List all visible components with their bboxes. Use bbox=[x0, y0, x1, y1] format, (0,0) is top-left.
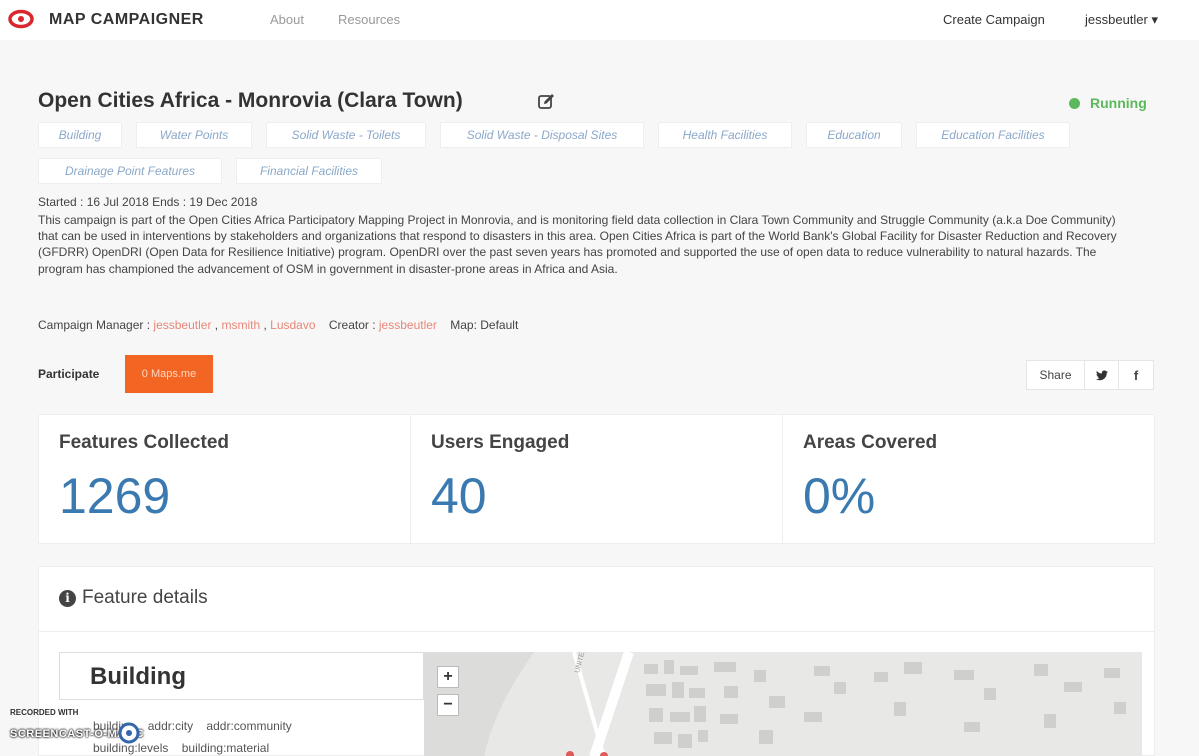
stat-areas-covered: Areas Covered 0% bbox=[783, 415, 1154, 543]
status-dot-icon bbox=[1069, 97, 1080, 109]
feature-details-title: Feature details bbox=[82, 587, 208, 608]
tag-drainage-point-features[interactable]: Drainage Point Features bbox=[38, 158, 222, 184]
stat-label: Features Collected bbox=[59, 432, 229, 453]
nav-resources-link[interactable]: Resources bbox=[338, 12, 400, 27]
creator-link[interactable]: jessbeutler bbox=[379, 318, 437, 332]
tag-solid-waste-toilets[interactable]: Solid Waste - Toilets bbox=[266, 122, 426, 148]
map-zoom-in-button[interactable]: + bbox=[437, 666, 459, 688]
campaign-meta: Campaign Manager : jessbeutler , msmith … bbox=[38, 318, 519, 332]
creator-label: Creator : bbox=[328, 318, 379, 332]
screencast-watermark: RECORDED WITH SCREENCAST-O-MATIC bbox=[10, 706, 200, 751]
manager-link[interactable]: Lusdavo bbox=[270, 318, 315, 332]
tag-education[interactable]: Education bbox=[806, 122, 902, 148]
stat-value: 40 bbox=[431, 468, 487, 524]
stat-label: Areas Covered bbox=[803, 432, 938, 453]
attribute-chip[interactable]: addr:community bbox=[206, 719, 291, 733]
stat-value: 0% bbox=[803, 468, 876, 524]
map-campaigner-logo-icon[interactable] bbox=[8, 9, 34, 29]
status-text: Running bbox=[1090, 95, 1147, 111]
feature-type-select[interactable]: Building bbox=[59, 652, 424, 700]
nav-about-link[interactable]: About bbox=[270, 12, 304, 27]
feature-details-header: i Feature details bbox=[59, 587, 208, 609]
user-menu-dropdown[interactable]: jessbeutler ▾ bbox=[1085, 12, 1158, 28]
tag-health-facilities[interactable]: Health Facilities bbox=[658, 122, 792, 148]
participate-label: Participate bbox=[38, 367, 100, 381]
campaign-status-badge: Running bbox=[1069, 95, 1147, 111]
facebook-share-button[interactable]: f bbox=[1119, 361, 1153, 389]
stat-label: Users Engaged bbox=[431, 432, 570, 453]
stat-users-engaged: Users Engaged 40 bbox=[411, 415, 783, 543]
stat-value: 1269 bbox=[59, 468, 171, 524]
tag-water-points[interactable]: Water Points bbox=[136, 122, 252, 148]
edit-icon[interactable] bbox=[536, 92, 556, 112]
share-button[interactable]: Share bbox=[1027, 361, 1085, 389]
tag-education-facilities[interactable]: Education Facilities bbox=[916, 122, 1070, 148]
map-label: Map: Default bbox=[450, 318, 519, 332]
twitter-icon bbox=[1095, 369, 1108, 380]
stat-features-collected: Features Collected 1269 bbox=[39, 415, 411, 543]
campaign-dates: Started : 16 Jul 2018 Ends : 19 Dec 2018 bbox=[38, 195, 258, 209]
feature-type-selected: Building bbox=[90, 663, 186, 690]
manager-label: Campaign Manager : bbox=[38, 318, 154, 332]
manager-link[interactable]: jessbeutler bbox=[153, 318, 211, 332]
twitter-share-button[interactable] bbox=[1085, 361, 1119, 389]
map-tiles bbox=[424, 652, 1126, 756]
info-icon: i bbox=[59, 589, 76, 607]
campaign-description: This campaign is part of the Open Cities… bbox=[38, 213, 1117, 276]
maps-me-button[interactable]: 0 Maps.me bbox=[125, 355, 213, 393]
feature-map[interactable]: UNITED N... + − bbox=[424, 652, 1142, 756]
map-zoom-out-button[interactable]: − bbox=[437, 694, 459, 716]
divider bbox=[39, 631, 1154, 632]
tag-solid-waste-disposal-sites[interactable]: Solid Waste - Disposal Sites bbox=[440, 122, 644, 148]
brand-name[interactable]: MAP CAMPAIGNER bbox=[49, 11, 204, 29]
stats-panel: Features Collected 1269 Users Engaged 40… bbox=[38, 414, 1155, 544]
tag-building[interactable]: Building bbox=[38, 122, 122, 148]
feature-details-card: i Feature details Building building addr… bbox=[38, 566, 1155, 756]
share-button-group: Share f bbox=[1026, 360, 1154, 390]
manager-link[interactable]: msmith bbox=[221, 318, 260, 332]
tag-financial-facilities[interactable]: Financial Facilities bbox=[236, 158, 382, 184]
create-campaign-link[interactable]: Create Campaign bbox=[943, 12, 1045, 27]
navbar: MAP CAMPAIGNER About Resources Create Ca… bbox=[0, 0, 1199, 40]
screencast-logo-icon bbox=[118, 722, 140, 744]
campaign-title: Open Cities Africa - Monrovia (Clara Tow… bbox=[38, 89, 463, 112]
watermark-line1: RECORDED WITH bbox=[10, 708, 79, 717]
